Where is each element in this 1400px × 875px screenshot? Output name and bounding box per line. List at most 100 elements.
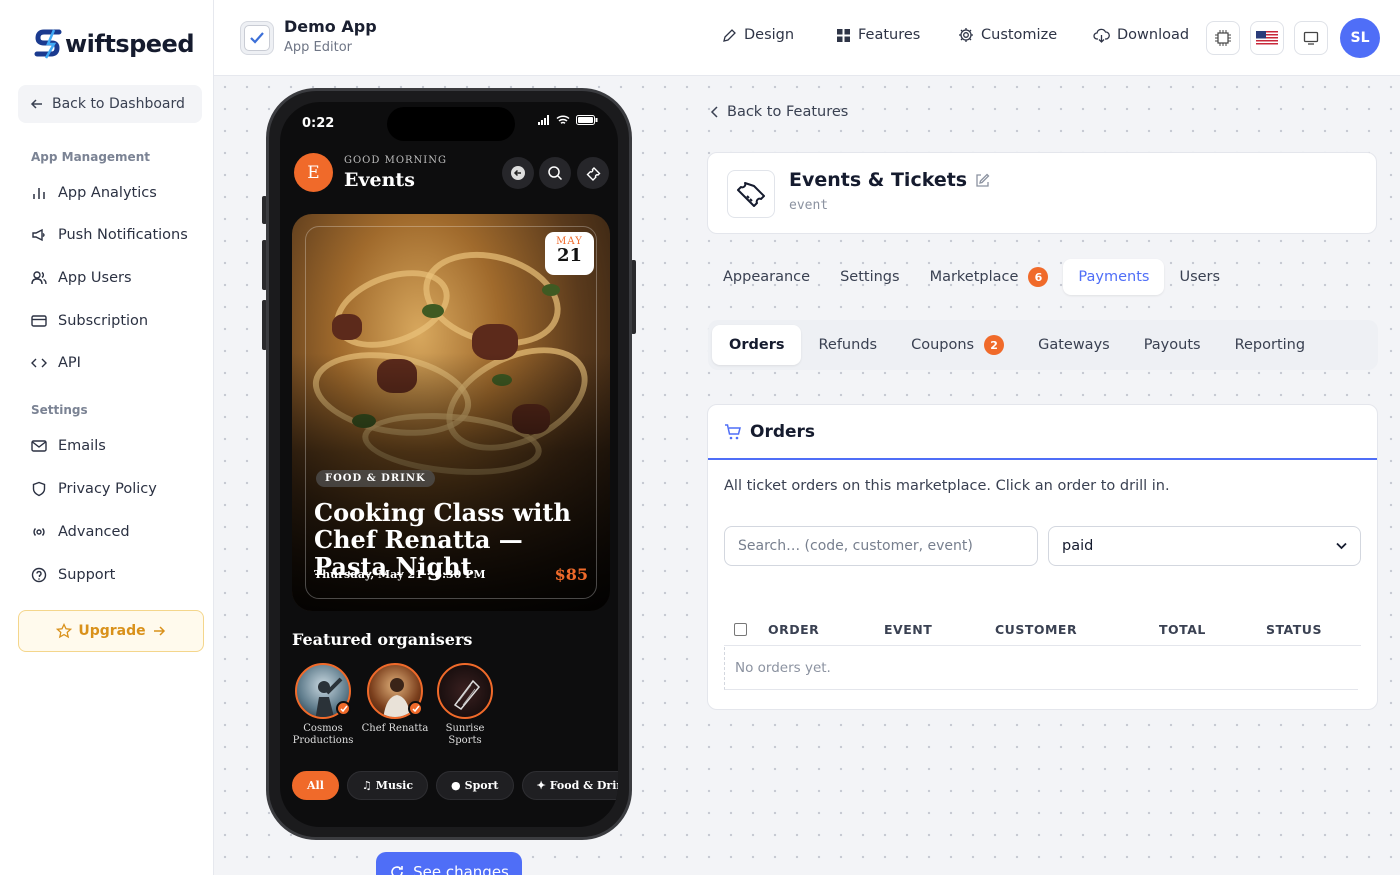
section-title-settings: Settings: [31, 403, 88, 417]
app-subtitle: App Editor: [284, 40, 353, 55]
organiser-item[interactable]: Chef Renatta: [359, 663, 431, 735]
chip-all[interactable]: All: [292, 771, 339, 800]
sidebar-item-privacy-policy[interactable]: Privacy Policy: [30, 475, 157, 503]
status-icons: [538, 115, 598, 125]
orders-empty-state: No orders yet.: [724, 647, 1358, 690]
feature-code: event: [789, 198, 829, 213]
tab-label: Settings: [840, 269, 900, 285]
sidebar-item-label: Advanced: [58, 524, 130, 540]
event-datetime: Thursday, May 21 · 6:30 PM: [314, 568, 486, 581]
sidebar-item-emails[interactable]: Emails: [30, 432, 106, 460]
chip-sport[interactable]: ● Sport: [436, 771, 514, 800]
sidebar-item-advanced[interactable]: Advanced: [30, 518, 130, 546]
subtab-label: Refunds: [818, 337, 878, 353]
edit-icon[interactable]: [975, 173, 990, 188]
monitor-icon: [1303, 31, 1319, 45]
subtab-label: Coupons: [911, 337, 975, 353]
orders-description: All ticket orders on this marketplace. C…: [724, 478, 1170, 494]
upgrade-button[interactable]: Upgrade: [18, 610, 204, 652]
search-button[interactable]: [539, 157, 571, 189]
sidebar-item-app-analytics[interactable]: App Analytics: [30, 179, 157, 207]
mail-icon: [30, 437, 48, 455]
topnav-label: Design: [744, 27, 795, 43]
column-header-event[interactable]: EVENT: [884, 622, 932, 637]
users-icon: [30, 269, 48, 287]
column-header-customer[interactable]: CUSTOMER: [995, 622, 1077, 637]
sidebar-item-api[interactable]: API: [30, 349, 81, 377]
app-icon[interactable]: [240, 21, 274, 55]
arrow-left-icon: [30, 97, 44, 111]
column-header-total[interactable]: TOTAL: [1159, 622, 1206, 637]
sidebar-item-subscription[interactable]: Subscription: [30, 307, 148, 335]
tickets-button[interactable]: [577, 157, 609, 189]
organiser-item[interactable]: Cosmos Productions: [287, 663, 359, 747]
chip-food-drink[interactable]: ✦Food & Drink: [521, 771, 618, 800]
language-button[interactable]: [1250, 21, 1284, 55]
status-filter-value: paid: [1062, 538, 1094, 554]
subtab-gateways[interactable]: Gateways: [1021, 325, 1127, 365]
featured-event-card[interactable]: MAY 21 FOOD & DRINK Cooking Class with C…: [292, 214, 610, 611]
events-avatar[interactable]: E: [294, 153, 333, 192]
verified-icon: [408, 701, 423, 716]
sidebar-item-label: Privacy Policy: [58, 481, 157, 497]
sidebar-item-label: Push Notifications: [58, 227, 188, 243]
chip-music[interactable]: ♫ Music: [346, 771, 429, 800]
featured-organisers-title: Featured organisers: [292, 630, 473, 649]
see-changes-button[interactable]: See changes: [376, 852, 522, 875]
gear-icon: [958, 27, 974, 43]
arrow-left-circle-icon: [511, 166, 525, 180]
shield-icon: [30, 480, 48, 498]
tab-marketplace[interactable]: Marketplace 6: [915, 259, 1064, 295]
subtab-coupons[interactable]: Coupons 2: [894, 325, 1021, 365]
dynamic-island: [387, 107, 515, 141]
tab-payments[interactable]: Payments: [1063, 259, 1165, 295]
topnav-features[interactable]: Features: [836, 27, 920, 43]
phone-screen: 0:22 E GOOD MORNING Events MAY 21 FOOD &…: [280, 102, 618, 827]
subtab-reporting[interactable]: Reporting: [1218, 325, 1323, 365]
refresh-icon: [389, 864, 405, 875]
subtab-label: Orders: [729, 337, 785, 353]
organiser-item[interactable]: Sunrise Sports: [429, 663, 501, 747]
subtab-orders[interactable]: Orders: [712, 325, 802, 365]
column-header-order[interactable]: ORDER: [768, 622, 819, 637]
back-circle-button[interactable]: [502, 157, 534, 189]
orders-search-input[interactable]: [724, 526, 1038, 566]
ai-chip-button[interactable]: [1206, 21, 1240, 55]
back-to-features-link[interactable]: Back to Features: [710, 104, 848, 120]
feature-name: Events & Tickets: [789, 169, 968, 191]
tab-label: Appearance: [723, 269, 811, 285]
select-all-checkbox[interactable]: [734, 622, 747, 636]
category-tag: FOOD & DRINK: [316, 470, 435, 487]
tab-users[interactable]: Users: [1164, 259, 1235, 295]
sport-icon: ●: [451, 779, 461, 792]
subtab-payouts[interactable]: Payouts: [1127, 325, 1218, 365]
code-icon: [30, 354, 48, 372]
feature-tabs: Appearance Settings Marketplace 6 Payment…: [708, 257, 1378, 297]
chip-label: Food & Drink: [549, 779, 618, 792]
battery-icon: [576, 115, 598, 125]
organiser-name: Cosmos Productions: [292, 723, 354, 746]
tab-settings[interactable]: Settings: [825, 259, 914, 295]
brand-name: wiftspeed: [65, 30, 195, 58]
sidebar-item-app-users[interactable]: App Users: [30, 264, 132, 292]
status-filter-select[interactable]: paid: [1048, 526, 1361, 566]
sidebar-item-push-notifications[interactable]: Push Notifications: [30, 221, 188, 249]
tab-appearance[interactable]: Appearance: [708, 259, 825, 295]
ticket-icon: [727, 170, 775, 218]
status-time: 0:22: [302, 116, 335, 131]
feature-header-card: Events & Tickets event: [707, 152, 1377, 234]
organiser-avatar: [437, 663, 493, 719]
topnav-design[interactable]: Design: [722, 27, 794, 43]
column-header-status[interactable]: STATUS: [1266, 622, 1322, 637]
music-icon: ♫: [361, 779, 372, 792]
brand-logo[interactable]: wiftspeed: [34, 28, 195, 60]
orders-card: Orders All ticket orders on this marketp…: [707, 404, 1378, 710]
desktop-preview-button[interactable]: [1294, 21, 1328, 55]
topnav-download[interactable]: Download: [1093, 27, 1189, 43]
user-avatar[interactable]: SL: [1340, 18, 1380, 58]
back-to-dashboard-button[interactable]: Back to Dashboard: [18, 85, 202, 123]
subtab-refunds[interactable]: Refunds: [801, 325, 894, 365]
topnav-customize[interactable]: Customize: [958, 27, 1057, 43]
sidebar-item-label: Subscription: [58, 313, 149, 329]
sidebar-item-support[interactable]: Support: [30, 561, 115, 589]
